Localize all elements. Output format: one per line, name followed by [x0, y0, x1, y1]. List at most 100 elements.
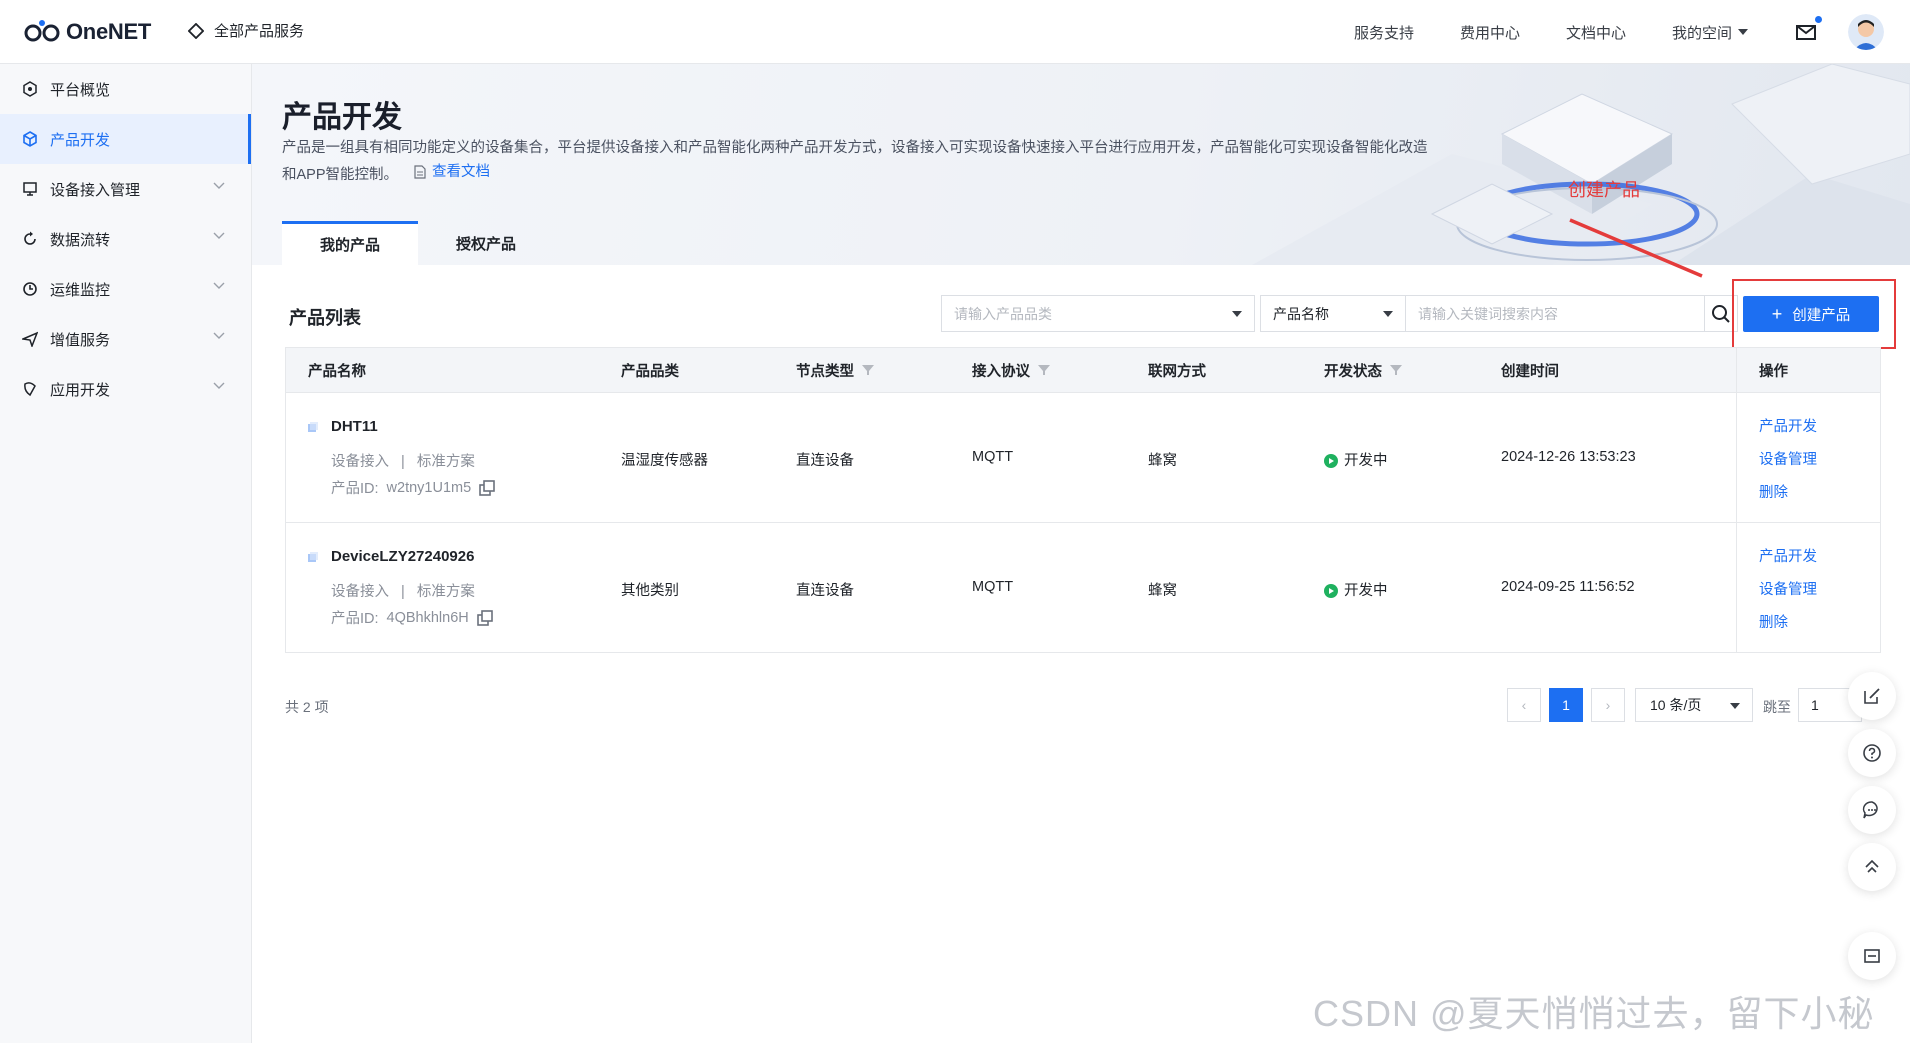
- table-row: DHT11 设备接入 | 标准方案 产品ID: w2tny1U1m5 温湿度传感…: [286, 392, 1880, 523]
- product-id-label: 产品ID:: [331, 481, 379, 497]
- node-type: 直连设备: [796, 453, 854, 469]
- sidebar-item-value-added[interactable]: 增值服务: [0, 314, 251, 364]
- product-name[interactable]: DeviceLZY27240926: [331, 548, 474, 565]
- sidebar-item-label: 数据流转: [50, 231, 111, 249]
- op-device-manage-link[interactable]: 设备管理: [1759, 578, 1817, 599]
- product-table: 产品名称 产品品类 节点类型 接入协议 联网方式 开发状态 创建时间 操作 DH…: [285, 347, 1881, 653]
- sidebar-item-app-dev[interactable]: 应用开发: [0, 364, 251, 414]
- access-type: 设备接入: [331, 584, 389, 600]
- all-products-menu[interactable]: 全部产品服务: [188, 20, 304, 41]
- product-category: 其他类别: [621, 583, 679, 599]
- monitor-icon: [22, 281, 38, 297]
- collapse-panel-button[interactable]: [1848, 932, 1896, 980]
- sidebar-item-ops-monitor[interactable]: 运维监控: [0, 264, 251, 314]
- sidebar-item-overview[interactable]: 平台概览: [0, 64, 251, 114]
- page-size-label: 10 条/页: [1650, 697, 1702, 713]
- sidebar-item-device-access[interactable]: 设备接入管理: [0, 164, 251, 214]
- next-page-button[interactable]: ›: [1591, 688, 1625, 722]
- diamond-icon: [188, 22, 204, 39]
- col-protocol-label: 接入协议: [972, 363, 1030, 380]
- column-divider: [1736, 348, 1737, 392]
- chevron-down-icon: [213, 382, 225, 389]
- nav-docs-center[interactable]: 文档中心: [1566, 22, 1626, 43]
- minimize-icon: [1864, 949, 1880, 963]
- total-count: 共 2 项: [285, 699, 329, 715]
- table-header: 产品名称 产品品类 节点类型 接入协议 联网方式 开发状态 创建时间 操作: [286, 348, 1880, 392]
- column-divider: [1736, 393, 1737, 523]
- nav-my-space[interactable]: 我的空间: [1672, 22, 1748, 43]
- back-to-top-button[interactable]: [1848, 843, 1896, 891]
- column-divider: [1736, 523, 1737, 653]
- product-id-value: 4QBhkhln6H: [386, 609, 469, 626]
- col-network: 联网方式: [1148, 363, 1206, 380]
- protocol: MQTT: [972, 579, 1014, 595]
- dev-status-label: 开发中: [1344, 453, 1388, 469]
- onenet-logo[interactable]: OneNET: [24, 18, 151, 46]
- op-product-dev-link[interactable]: 产品开发: [1759, 415, 1817, 436]
- product-id-line: 产品ID: 4QBhkhln6H: [331, 607, 493, 628]
- document-icon: [414, 165, 426, 179]
- meta-separator: |: [401, 584, 405, 600]
- overview-icon: [22, 81, 38, 97]
- view-docs-link[interactable]: 查看文档: [414, 160, 490, 184]
- col-product-name: 产品名称: [308, 363, 366, 380]
- op-delete-link[interactable]: 删除: [1759, 481, 1817, 502]
- product-id-line: 产品ID: w2tny1U1m5: [331, 477, 495, 498]
- copy-icon[interactable]: [479, 479, 495, 496]
- col-created-time: 创建时间: [1501, 363, 1559, 380]
- watermark: CSDN @夏天悄悄过去，留下小秘密: [1313, 993, 1875, 1034]
- chat-button[interactable]: [1848, 786, 1896, 834]
- network-type: 蜂窝: [1148, 453, 1177, 469]
- page-size-select[interactable]: 10 条/页: [1635, 688, 1753, 722]
- op-delete-link[interactable]: 删除: [1759, 611, 1817, 632]
- col-dev-status-label: 开发状态: [1324, 363, 1382, 380]
- sidebar-item-data-flow[interactable]: 数据流转: [0, 214, 251, 264]
- chevron-down-icon: [213, 282, 225, 289]
- user-avatar[interactable]: [1848, 14, 1884, 50]
- feedback-edit-button[interactable]: [1848, 672, 1896, 720]
- all-products-label: 全部产品服务: [214, 23, 305, 40]
- col-protocol[interactable]: 接入协议: [972, 348, 1050, 392]
- sidebar-item-product-dev[interactable]: 产品开发: [0, 114, 251, 164]
- caret-down-icon: [1232, 311, 1242, 317]
- prev-page-button[interactable]: ‹: [1507, 688, 1541, 722]
- avatar-icon: [1848, 14, 1884, 50]
- tab-my-products[interactable]: 我的产品: [282, 221, 418, 265]
- caret-down-icon: [1738, 29, 1748, 35]
- keyword-placeholder: 请输入关键词搜索内容: [1418, 305, 1558, 322]
- keyword-search-input[interactable]: 请输入关键词搜索内容: [1405, 295, 1705, 332]
- created-time: 2024-09-25 11:56:52: [1501, 579, 1635, 595]
- tab-authorized-products[interactable]: 授权产品: [418, 221, 554, 265]
- search-field-select[interactable]: 产品名称: [1260, 295, 1406, 332]
- annotation-arrow: [1569, 218, 1703, 278]
- access-type: 设备接入: [331, 454, 389, 470]
- sidebar-item-label: 增值服务: [50, 331, 111, 349]
- chevron-down-icon: [213, 232, 225, 239]
- mail-icon[interactable]: [1794, 16, 1822, 44]
- sidebar-item-label: 应用开发: [50, 381, 111, 399]
- col-node-type[interactable]: 节点类型: [796, 348, 874, 392]
- nav-my-space-label: 我的空间: [1671, 24, 1732, 42]
- col-category: 产品品类: [621, 363, 679, 380]
- copy-icon[interactable]: [476, 609, 493, 626]
- col-dev-status[interactable]: 开发状态: [1324, 348, 1402, 392]
- product-name[interactable]: DHT11: [331, 418, 378, 435]
- op-product-dev-link[interactable]: 产品开发: [1759, 545, 1817, 566]
- help-icon: [1863, 744, 1881, 762]
- device-icon: [22, 181, 38, 197]
- main-content: 产品开发 产品是一组具有相同功能定义的设备集合，平台提供设备接入和产品智能化两种…: [252, 64, 1910, 1043]
- op-device-manage-link[interactable]: 设备管理: [1759, 448, 1817, 469]
- notification-dot: [1815, 16, 1822, 23]
- product-id-value: w2tny1U1m5: [386, 479, 472, 496]
- dev-status-label: 开发中: [1344, 583, 1388, 599]
- nav-billing-center[interactable]: 费用中心: [1460, 22, 1520, 43]
- dev-status: 开发中: [1324, 579, 1388, 600]
- send-icon: [22, 331, 38, 347]
- page-1-button[interactable]: 1: [1549, 688, 1583, 722]
- col-node-type-label: 节点类型: [796, 363, 854, 380]
- annotation-highlight-box: [1732, 279, 1896, 349]
- help-button[interactable]: [1848, 729, 1896, 777]
- logo-icon: [24, 20, 60, 42]
- category-select[interactable]: 请输入产品品类: [941, 295, 1255, 332]
- nav-service-support[interactable]: 服务支持: [1354, 22, 1414, 43]
